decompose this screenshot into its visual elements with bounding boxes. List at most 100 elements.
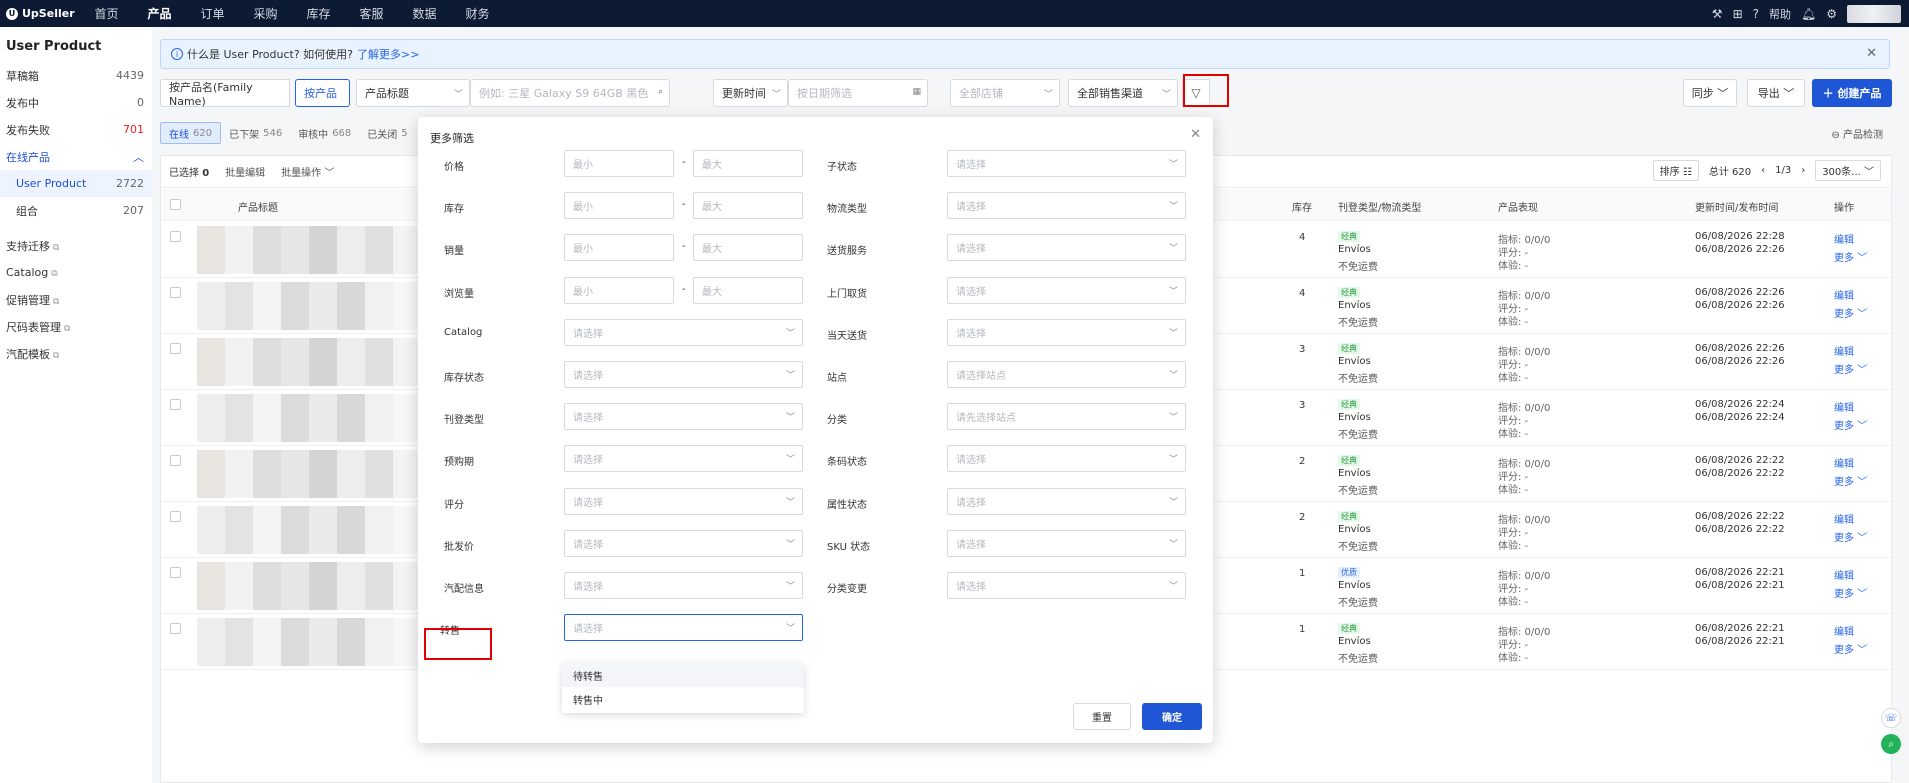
store-select[interactable]: 全部店铺 ﹀	[950, 79, 1060, 107]
search-float-icon[interactable]: ⌕	[1881, 734, 1901, 754]
filter-select[interactable]: 请选择 ﹀	[564, 529, 803, 557]
create-product-button[interactable]: ＋ 创建产品	[1812, 79, 1892, 107]
filter-select[interactable]: 请选择 ﹀	[947, 487, 1186, 515]
more-link[interactable]: 更多 ﹀	[1834, 529, 1867, 544]
sidebar-link-catalog[interactable]: Catalog ⧉	[0, 259, 152, 286]
nav-customer-service[interactable]: 客服	[345, 5, 398, 22]
nav-products[interactable]: 产品	[133, 5, 186, 22]
more-link[interactable]: 更多 ﹀	[1834, 473, 1867, 488]
reset-button[interactable]: 重置	[1073, 703, 1131, 730]
tools-icon[interactable]: ⚒	[1712, 7, 1723, 21]
gear-icon[interactable]: ⚙	[1826, 7, 1837, 21]
filter-select[interactable]: 请选择 ﹀	[564, 403, 803, 431]
headset-icon[interactable]: ☏	[1881, 708, 1901, 728]
date-filter-input[interactable]: 按日期筛选 ▦	[788, 79, 928, 107]
app-logo[interactable]: U UpSeller	[0, 7, 80, 20]
more-link[interactable]: 更多 ﹀	[1834, 249, 1867, 264]
min-input[interactable]: 最小	[564, 192, 674, 220]
min-input[interactable]: 最小	[564, 234, 674, 262]
nav-inventory[interactable]: 库存	[292, 5, 345, 22]
search-by-product-toggle[interactable]: 按产品	[295, 79, 350, 107]
edit-link[interactable]: 编辑	[1834, 511, 1854, 526]
more-link[interactable]: 更多 ﹀	[1834, 417, 1867, 432]
confirm-button[interactable]: 确定	[1142, 703, 1202, 730]
help-icon[interactable]: ?	[1753, 7, 1759, 21]
more-link[interactable]: 更多 ﹀	[1834, 585, 1867, 600]
min-input[interactable]: 最小	[564, 150, 674, 177]
edit-link[interactable]: 编辑	[1834, 623, 1854, 638]
search-by-family-toggle[interactable]: 按产品名(Family Name)	[160, 79, 290, 108]
row-checkbox[interactable]	[170, 567, 181, 578]
min-input[interactable]: 最小	[564, 276, 674, 304]
filter-select[interactable]: 请选择 ﹀	[947, 445, 1186, 473]
row-checkbox[interactable]	[170, 231, 181, 242]
tab-reviewing[interactable]: 审核中 668	[290, 122, 359, 144]
filter-select[interactable]: 请选择 ﹀	[947, 572, 1186, 599]
sidebar-item-failed[interactable]: 发布失败 701	[0, 116, 152, 143]
nav-home[interactable]: 首页	[80, 5, 133, 22]
channel-select[interactable]: 全部销售渠道 ﹀	[1068, 79, 1178, 107]
row-checkbox[interactable]	[170, 287, 181, 298]
apps-grid-icon[interactable]: ⊞	[1733, 7, 1743, 21]
edit-link[interactable]: 编辑	[1834, 231, 1854, 246]
nav-data[interactable]: 数据	[398, 5, 451, 22]
dropdown-option-pending-resale[interactable]: 待转售	[562, 663, 804, 687]
filter-select[interactable]: 请选择 ﹀	[947, 192, 1186, 220]
help-link[interactable]: 帮助	[1769, 6, 1791, 22]
time-type-select[interactable]: 更新时间 ﹀	[713, 79, 788, 107]
row-checkbox[interactable]	[170, 511, 181, 522]
filter-select[interactable]: 请选择站点 ﹀	[947, 361, 1186, 388]
row-checkbox[interactable]	[170, 455, 181, 466]
bell-icon[interactable]: 🔔︎	[1801, 7, 1816, 21]
nav-finance[interactable]: 财务	[451, 5, 504, 22]
filter-select[interactable]: 请先选择站点 ﹀	[947, 403, 1186, 431]
export-button[interactable]: 导出 ﹀	[1747, 79, 1805, 107]
sidebar-link-size-chart[interactable]: 尺码表管理 ⧉	[0, 313, 152, 340]
max-input[interactable]: 最大	[693, 150, 803, 177]
sidebar-item-bundle[interactable]: 组合 207	[0, 197, 152, 224]
edit-link[interactable]: 编辑	[1834, 567, 1854, 582]
filter-select[interactable]: 请选择 ﹀	[947, 234, 1186, 262]
nav-purchasing[interactable]: 采购	[239, 5, 292, 22]
title-field-select[interactable]: 产品标题 ﹀	[356, 79, 470, 107]
filter-select[interactable]: 请选择 ﹀	[947, 318, 1186, 346]
more-link[interactable]: 更多 ﹀	[1834, 641, 1867, 656]
row-checkbox[interactable]	[170, 623, 181, 634]
filter-select[interactable]: 请选择 ﹀	[564, 614, 803, 642]
nav-orders[interactable]: 订单	[186, 5, 239, 22]
edit-link[interactable]: 编辑	[1834, 343, 1854, 358]
close-icon[interactable]: ✕	[1190, 127, 1201, 142]
filter-select[interactable]: 请选择 ﹀	[947, 276, 1186, 304]
sync-button[interactable]: 同步 ﹀	[1683, 79, 1737, 107]
tab-closed[interactable]: 已关闭 5	[359, 122, 415, 144]
sort-button[interactable]: 排序 ☷	[1652, 160, 1699, 181]
tab-delisted[interactable]: 已下架 546	[221, 122, 290, 144]
edit-link[interactable]: 编辑	[1834, 399, 1854, 414]
filter-select[interactable]: 请选择 ﹀	[947, 150, 1186, 177]
edit-link[interactable]: 编辑	[1834, 287, 1854, 302]
row-checkbox[interactable]	[170, 399, 181, 410]
max-input[interactable]: 最大	[693, 276, 803, 304]
max-input[interactable]: 最大	[693, 234, 803, 262]
row-checkbox[interactable]	[170, 343, 181, 354]
sidebar-item-drafts[interactable]: 草稿箱 4439	[0, 62, 152, 89]
account-avatar[interactable]	[1847, 4, 1901, 23]
more-link[interactable]: 更多 ﹀	[1834, 305, 1867, 320]
more-link[interactable]: 更多 ﹀	[1834, 361, 1867, 376]
close-icon[interactable]: ✕	[1866, 46, 1877, 61]
edit-link[interactable]: 编辑	[1834, 455, 1854, 470]
learn-more-link[interactable]: 了解更多>>	[357, 46, 419, 62]
sidebar-item-user-product[interactable]: User Product 2722	[0, 170, 152, 197]
filter-select[interactable]: 请选择 ﹀	[564, 445, 803, 473]
select-all-checkbox[interactable]	[170, 199, 181, 210]
next-page-icon[interactable]: ›	[1801, 165, 1805, 176]
dropdown-option-reselling[interactable]: 转售中	[562, 687, 804, 711]
page-size-select[interactable]: 300条... ﹀	[1815, 160, 1881, 181]
batch-ops-button[interactable]: 批量操作 ﹀	[281, 164, 334, 179]
product-check-link[interactable]: ⊖ 产品检测	[1831, 126, 1883, 141]
filter-select[interactable]: 请选择 ﹀	[947, 529, 1186, 557]
max-input[interactable]: 最大	[693, 192, 803, 220]
sidebar-link-promotions[interactable]: 促销管理 ⧉	[0, 286, 152, 313]
filter-select[interactable]: 请选择 ﹀	[564, 318, 803, 346]
filter-select[interactable]: 请选择 ﹀	[564, 361, 803, 388]
